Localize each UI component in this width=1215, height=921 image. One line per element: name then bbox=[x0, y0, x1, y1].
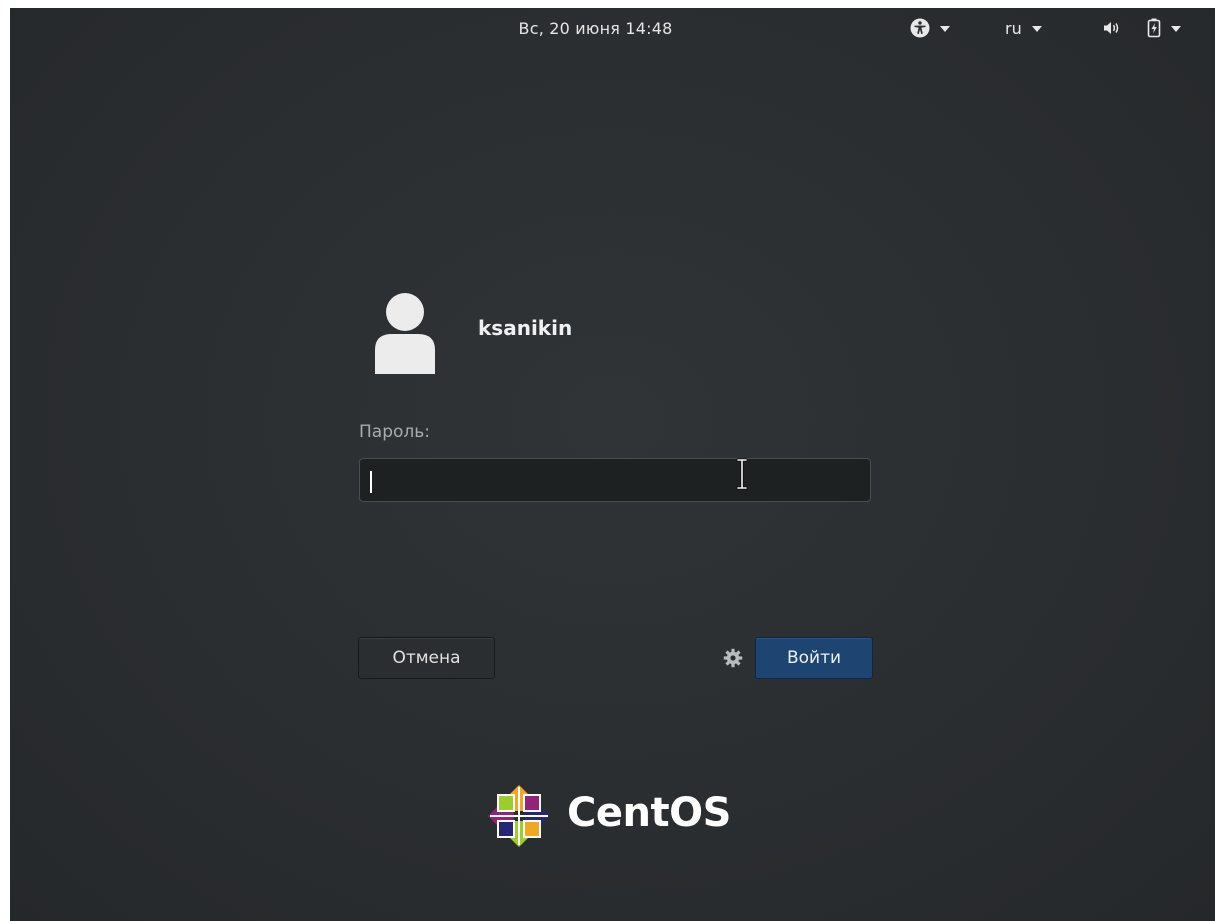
accessibility-menu[interactable] bbox=[910, 16, 950, 40]
chevron-down-icon bbox=[940, 26, 950, 32]
login-screen: Вс, 20 июня 14:48 ru ksanikin Пароль: От… bbox=[10, 8, 1215, 921]
system-menu[interactable] bbox=[1147, 16, 1181, 40]
chevron-down-icon bbox=[1171, 26, 1181, 32]
ibeam-cursor-icon bbox=[736, 458, 748, 490]
language-label: ru bbox=[1005, 18, 1022, 38]
battery-icon bbox=[1147, 18, 1161, 38]
volume-indicator[interactable] bbox=[1103, 16, 1121, 40]
cancel-button[interactable]: Отмена bbox=[358, 637, 495, 679]
password-label: Пароль: bbox=[359, 422, 431, 442]
volume-icon bbox=[1104, 22, 1119, 34]
centos-wordmark: CentOS bbox=[567, 790, 731, 836]
text-caret bbox=[370, 471, 372, 493]
language-menu[interactable]: ru bbox=[1005, 16, 1042, 40]
username: ksanikin bbox=[478, 316, 573, 340]
password-input[interactable] bbox=[359, 458, 871, 502]
gear-icon[interactable] bbox=[723, 648, 743, 668]
accessibility-icon bbox=[910, 18, 930, 38]
cancel-button-label: Отмена bbox=[392, 648, 461, 668]
chevron-down-icon bbox=[1031, 26, 1042, 32]
top-bar: Вс, 20 июня 14:48 ru bbox=[10, 8, 1215, 48]
login-button-label: Войти bbox=[786, 648, 842, 668]
centos-logo-icon bbox=[488, 785, 550, 847]
login-button[interactable]: Войти bbox=[755, 637, 873, 679]
user-avatar-icon bbox=[375, 293, 435, 374]
clock-label: Вс, 20 июня 14:48 bbox=[518, 19, 673, 38]
